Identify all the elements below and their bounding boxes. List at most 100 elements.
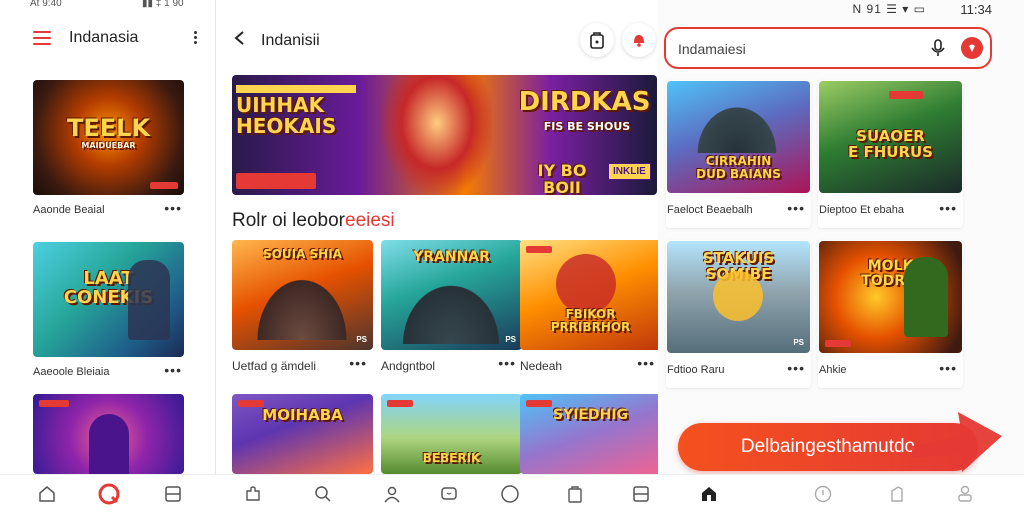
back-arrow-icon[interactable] <box>233 31 247 45</box>
game-caption: Fdtioo Raru ••• <box>667 360 805 376</box>
character-figure <box>904 257 948 337</box>
more-icon[interactable]: ••• <box>787 361 805 375</box>
more-options-icon[interactable] <box>192 29 198 46</box>
game-card[interactable]: LAAT CONEKIS Aaeoole Bleiaia ••• <box>33 242 184 380</box>
bottom-nav <box>216 474 658 512</box>
game-card[interactable]: MOIHABA <box>232 394 373 474</box>
account-icon[interactable] <box>954 483 976 505</box>
status-time: At 9:40 <box>30 0 62 9</box>
banner-right-subtext: FIS BE SHOUS <box>543 120 631 133</box>
status-bar: At 9:40 ▮▮ ‡ 1 90 <box>0 0 216 12</box>
app-title: Indanasia <box>69 29 139 46</box>
game-thumbnail: SYIEDHIG <box>520 394 661 474</box>
bottom-nav <box>0 474 216 512</box>
more-icon[interactable]: ••• <box>939 361 957 375</box>
game-thumbnail: TEELK MAIDUEBAR <box>33 80 184 195</box>
game-card[interactable]: CIRRAHIN DUD BAIANS Faeloct Beaebalh ••• <box>666 80 811 228</box>
thumbnail-badge <box>238 400 264 407</box>
more-icon[interactable]: ••• <box>939 201 957 215</box>
circle-icon[interactable] <box>499 483 521 505</box>
search-bar[interactable] <box>664 27 992 69</box>
game-card[interactable]: YRANNAR PS Andgntbol ••• <box>381 240 522 373</box>
search-icon[interactable] <box>312 483 334 505</box>
more-icon[interactable]: ••• <box>164 363 182 377</box>
info-icon[interactable] <box>812 483 834 505</box>
characters-group <box>687 95 787 153</box>
thumbnail-badge <box>39 400 69 407</box>
game-thumbnail: CIRRAHIN DUD BAIANS <box>667 81 810 193</box>
game-card[interactable]: MOLK TODRIE Ahkie ••• <box>818 240 963 388</box>
game-thumbnail: YRANNAR PS <box>381 240 522 350</box>
profile-icon[interactable] <box>381 483 403 505</box>
thumbnail-art-text: SOUIA SHIA <box>263 247 342 261</box>
game-card[interactable] <box>33 394 184 474</box>
menu-icon[interactable] <box>33 31 51 45</box>
status-bar: N 91 ☰ ▾ ▭ 11:34 <box>844 0 1024 20</box>
status-icons: N 91 ☰ ▾ ▭ <box>852 2 926 16</box>
status-time: 11:34 <box>960 2 992 17</box>
thumbnail-badge <box>825 340 851 347</box>
game-thumbnail: STAKUIS SOMIBE PS <box>667 241 810 353</box>
banner-badge: INKLIE <box>608 163 651 180</box>
library-icon[interactable] <box>630 483 652 505</box>
thumbnail-art-text: CIRRAHIN DUD BAIANS <box>696 154 781 181</box>
thumbnail-art-subtext: MAIDUEBAR <box>81 141 136 150</box>
search-input[interactable] <box>678 39 908 59</box>
app-root: At 9:40 ▮▮ ‡ 1 90 Indanasia TEELK MAIDUE… <box>0 0 1024 512</box>
game-caption: Uetfad g ämdeli ••• <box>232 355 367 373</box>
game-thumbnail: MOIHABA <box>232 394 373 474</box>
more-icon[interactable]: ••• <box>349 356 367 370</box>
game-thumbnail: BEBERIK <box>381 394 522 474</box>
home-icon[interactable] <box>698 483 720 505</box>
puzzle-icon[interactable] <box>242 483 264 505</box>
game-card[interactable]: FBIKOR PRRIBRHOR Nedeah ••• <box>520 240 661 373</box>
bag-icon[interactable] <box>564 483 586 505</box>
cart-icon[interactable] <box>580 23 614 57</box>
bookmark-icon[interactable] <box>886 483 908 505</box>
banner-bottom-text: IY BO BOII <box>537 161 587 195</box>
featured-banner[interactable]: UIHHAK HEOKAIS DIRDKAS FIS BE SHOUS IY B… <box>232 75 657 195</box>
thumbnail-badge <box>526 400 552 407</box>
more-icon[interactable]: ••• <box>498 356 516 370</box>
chat-icon[interactable] <box>438 483 460 505</box>
banner-left-text: UIHHAK HEOKAIS <box>236 93 337 138</box>
character-figure <box>89 414 129 474</box>
home-icon[interactable] <box>36 483 58 505</box>
more-icon[interactable]: ••• <box>637 356 655 370</box>
thumbnail-art-text: SUAOER E FHURUS <box>848 127 933 161</box>
platform-tag: PS <box>356 335 367 344</box>
right-pane: N 91 ☰ ▾ ▭ 11:34 CIRRAHIN DUD BAIANS Fae… <box>658 0 1024 512</box>
banner-tag <box>236 173 316 189</box>
mic-icon[interactable] <box>928 38 948 58</box>
status-icons: ▮▮ ‡ 1 90 <box>142 0 184 9</box>
thumbnail-art-text: SYIEDHIG <box>552 407 629 423</box>
game-thumbnail: SOUIA SHIA PS <box>232 240 373 350</box>
game-caption: Aaeoole Bleiaia ••• <box>33 362 182 378</box>
voice-search-icon[interactable] <box>961 37 983 59</box>
notification-icon[interactable] <box>622 23 656 57</box>
character-figure <box>713 271 763 321</box>
library-icon[interactable] <box>162 483 184 505</box>
character-figure <box>128 260 170 340</box>
thumbnail-badge <box>526 246 552 253</box>
game-card[interactable]: BEBERIK <box>381 394 522 474</box>
page-title: Indanisii <box>261 32 320 49</box>
more-icon[interactable]: ••• <box>787 201 805 215</box>
pointer-arrow-icon <box>912 412 1002 472</box>
game-caption: Faeloct Beaebalh ••• <box>667 200 805 216</box>
thumbnail-badge <box>387 400 413 407</box>
game-card[interactable]: SOUIA SHIA PS Uetfad g ämdeli ••• <box>232 240 373 373</box>
game-card[interactable]: STAKUIS SOMIBE PS Fdtioo Raru ••• <box>666 240 811 388</box>
middle-pane: Indanisii UIHHAK HEOKAIS DIRDKAS FIS BE … <box>216 0 661 512</box>
characters-group <box>395 276 507 344</box>
top-bar: Indanasia <box>0 24 216 54</box>
thumbnail-badge <box>889 91 923 99</box>
game-thumbnail: FBIKOR PRRIBRHOR <box>520 240 661 350</box>
game-card[interactable]: TEELK MAIDUEBAR Aaonde Beaial ••• <box>33 80 184 218</box>
app-logo-icon[interactable] <box>98 483 120 505</box>
bottom-nav <box>658 474 1024 512</box>
more-icon[interactable]: ••• <box>164 201 182 215</box>
game-card[interactable]: SYIEDHIG <box>520 394 661 474</box>
section-title: Rolr oi leoboreeiesi <box>232 210 395 231</box>
game-card[interactable]: SUAOER E FHURUS Dieptoo Et ebaha ••• <box>818 80 963 228</box>
